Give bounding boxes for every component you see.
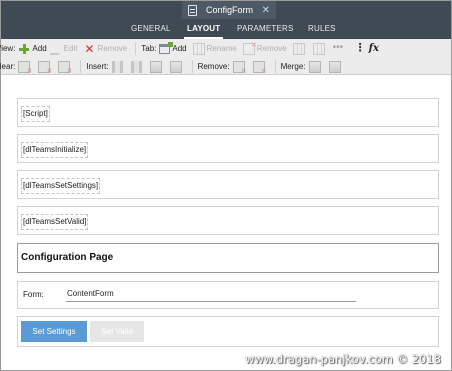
nav-tabs: GENERAL LAYOUT PARAMETERS RULES [1, 19, 451, 39]
separator [135, 42, 137, 55]
tab-label: Tab: [141, 44, 157, 53]
tab-parameters[interactable]: PARAMETERS [237, 19, 294, 39]
insert-row-above-button[interactable] [149, 60, 164, 73]
ribbon-toolbar: View: Add Edit ✕ Remove Tab: Add Rename … [0, 39, 451, 75]
clear-table-icon [58, 60, 72, 75]
clear-row-icon [38, 60, 52, 75]
tab-rename-button[interactable]: Rename [192, 42, 237, 55]
remove-column-button[interactable] [232, 60, 247, 75]
insert-row-below-icon [169, 60, 182, 73]
merge-cells-button[interactable] [308, 60, 323, 73]
remove-icon: ✕ [84, 41, 95, 56]
tab-rename-label: Rename [206, 44, 237, 53]
watermark: www.dragan-panjkov.com © 2018 [245, 352, 441, 366]
insert-column-right-button[interactable] [130, 60, 144, 73]
ribbon-row-view: View: Add Edit ✕ Remove Tab: Add Rename … [0, 40, 446, 57]
view-remove-button[interactable]: ✕ Remove [83, 43, 127, 55]
insert-column-left-button[interactable] [111, 60, 125, 73]
more-button[interactable]: ••• [332, 41, 349, 55]
separator [80, 60, 82, 73]
clear-table-button[interactable] [58, 60, 72, 75]
more-icon: ••• [332, 41, 344, 53]
document-title: ConfigForm [206, 5, 254, 15]
page-heading: Configuration Page [21, 252, 114, 263]
initialize-control[interactable]: [dlTeamsInitialize] [21, 142, 89, 158]
title-bar: ConfigForm ✕ [1, 1, 451, 19]
expression-button[interactable]: fx [369, 43, 385, 55]
remove-column-icon [232, 60, 247, 75]
set-valid-button[interactable]: Set Valid [90, 321, 144, 342]
form-label: Form: [23, 290, 44, 299]
tab-rules[interactable]: RULES [308, 19, 336, 39]
tab-move-left-button[interactable] [292, 42, 307, 55]
row-initialize[interactable]: [dlTeamsInitialize] [17, 134, 439, 163]
tab-move-right-button[interactable] [312, 42, 327, 55]
view-add-button[interactable]: Add [18, 43, 47, 55]
insert-label: Insert: [86, 62, 109, 71]
clear-row-button[interactable] [38, 60, 52, 75]
document-tab[interactable]: ConfigForm ✕ [182, 1, 276, 19]
split-cells-button[interactable] [328, 60, 343, 73]
insert-column-right-icon [130, 60, 142, 73]
tab-general[interactable]: GENERAL [131, 19, 171, 39]
insert-row-below-button[interactable] [169, 60, 184, 73]
row-set-valid[interactable]: [dlTeamsSetValid] [17, 206, 439, 235]
row-heading[interactable]: Configuration Page [17, 243, 439, 273]
tab-layout[interactable]: LAYOUT [183, 19, 224, 39]
remove-label: Remove: [197, 62, 230, 71]
clear-label: Clear: [0, 62, 16, 71]
add-icon [18, 43, 30, 55]
tab-rename-icon [192, 42, 205, 55]
view-remove-label: Remove [97, 44, 128, 53]
remove-row-icon [252, 60, 267, 75]
view-label: View: [0, 44, 16, 53]
script-control[interactable]: [Script] [21, 106, 50, 122]
row-script[interactable]: [Script] [17, 98, 439, 127]
clear-cell-button[interactable] [18, 60, 32, 75]
close-icon[interactable]: ✕ [262, 5, 276, 16]
tab-add-icon [159, 41, 174, 54]
vertical-dots-icon: ⋮ [354, 41, 366, 54]
tab-remove-button[interactable]: Remove [242, 41, 287, 55]
row-set-settings[interactable]: [dlTeamsSetSettings] [17, 170, 439, 199]
view-add-label: Add [32, 44, 47, 53]
merge-cells-icon [308, 60, 321, 73]
menu-button[interactable]: ⋮ [354, 41, 366, 55]
tab-right-icon [312, 42, 325, 55]
set-settings-button[interactable]: Set Settings [21, 321, 87, 342]
row-form[interactable]: Form: ContentForm [17, 281, 439, 309]
tab-remove-label: Remove [256, 44, 287, 53]
remove-row-button[interactable] [252, 60, 267, 75]
tab-left-icon [292, 42, 305, 55]
separator [274, 60, 276, 73]
set-valid-control[interactable]: [dlTeamsSetValid] [21, 214, 89, 230]
tab-add-label: Add [172, 44, 187, 53]
set-settings-control[interactable]: [dlTeamsSetSettings] [21, 178, 101, 194]
tab-add-button[interactable]: Add [159, 41, 187, 54]
document-icon [188, 4, 197, 16]
split-cells-icon [328, 60, 341, 73]
merge-label: Merge: [280, 62, 306, 71]
insert-row-above-icon [149, 60, 162, 73]
view-edit-label: Edit [63, 44, 78, 53]
view-edit-button[interactable]: Edit [49, 42, 78, 55]
insert-column-left-icon [111, 60, 123, 73]
ribbon-row-layout: Clear: Insert: Remove: Merge: [0, 58, 444, 75]
separator [191, 60, 193, 73]
layout-canvas: [Script] [dlTeamsInitialize] [dlTeamsSet… [1, 76, 451, 370]
form-field[interactable]: ContentForm [66, 288, 356, 302]
row-buttons[interactable]: Set Settings Set Valid [17, 316, 439, 347]
fx-icon: fx [368, 42, 379, 54]
clear-cell-icon [18, 60, 32, 75]
tab-remove-icon [242, 41, 257, 55]
